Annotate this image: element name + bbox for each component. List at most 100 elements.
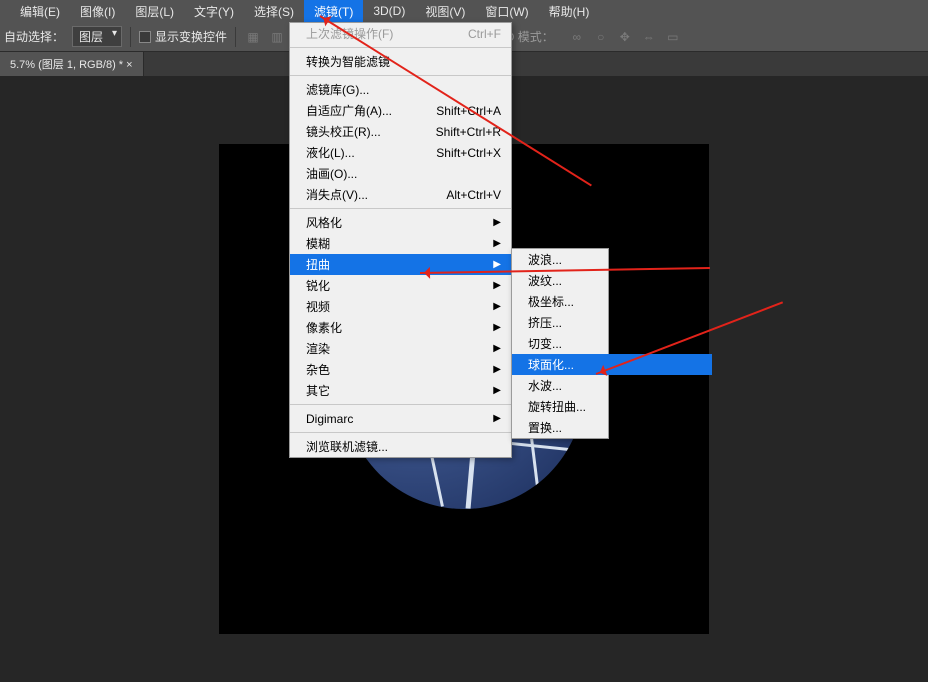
submenu-arrow-icon: ▶ (493, 217, 501, 228)
pan-icon[interactable]: ✥ (616, 28, 634, 46)
menu-label: 锐化 (306, 277, 330, 294)
menu-label: 消失点(V)... (306, 186, 368, 203)
menu-label: 模糊 (306, 235, 330, 252)
menu-view[interactable]: 视图(V) (415, 0, 475, 23)
menu-label: 波浪... (528, 251, 562, 268)
menu-convert-smart[interactable]: 转换为智能滤镜 (290, 51, 511, 72)
menu-select[interactable]: 选择(S) (244, 0, 304, 23)
submenu-arrow-icon: ▶ (493, 413, 501, 424)
menu-label: 液化(L)... (306, 144, 355, 161)
menu-sharpen[interactable]: 锐化 ▶ (290, 275, 511, 296)
menu-browse-online[interactable]: 浏览联机滤镜... (290, 436, 511, 457)
menu-label: 自适应广角(A)... (306, 102, 392, 119)
show-transform-controls[interactable]: 显示变换控件 (139, 28, 227, 45)
menu-label: 滤镜库(G)... (306, 81, 369, 98)
align-icon[interactable]: ▦ (244, 28, 262, 46)
menu-vanishing-point[interactable]: 消失点(V)... Alt+Ctrl+V (290, 184, 511, 205)
submenu-zigzag[interactable]: 水波... (512, 375, 712, 396)
roll-icon[interactable]: ○ (592, 28, 610, 46)
menu-stylize[interactable]: 风格化 ▶ (290, 212, 511, 233)
autoselect-dropdown[interactable]: 图层 (72, 26, 122, 47)
menu-help[interactable]: 帮助(H) (539, 0, 600, 23)
menu-adaptive-wide-angle[interactable]: 自适应广角(A)... Shift+Ctrl+A (290, 100, 511, 121)
divider (130, 27, 131, 47)
orbit-icon[interactable]: ∞ (568, 28, 586, 46)
menu-3d[interactable]: 3D(D) (363, 1, 415, 21)
menu-type[interactable]: 文字(Y) (184, 0, 244, 23)
menu-separator (290, 75, 511, 76)
menu-digimarc[interactable]: Digimarc ▶ (290, 408, 511, 429)
menu-separator (290, 47, 511, 48)
menu-label: 视频 (306, 298, 330, 315)
menu-noise[interactable]: 杂色 ▶ (290, 359, 511, 380)
menu-label: 置换... (528, 419, 562, 436)
menu-label: 其它 (306, 382, 330, 399)
menu-filter[interactable]: 滤镜(T) (304, 0, 363, 23)
menu-lens-correction[interactable]: 镜头校正(R)... Shift+Ctrl+R (290, 121, 511, 142)
menu-render[interactable]: 渲染 ▶ (290, 338, 511, 359)
menu-label: 波纹... (528, 272, 562, 289)
menu-last-filter[interactable]: 上次滤镜操作(F) Ctrl+F (290, 23, 511, 44)
submenu-arrow-icon: ▶ (493, 364, 501, 375)
menubar: 编辑(E) 图像(I) 图层(L) 文字(Y) 选择(S) 滤镜(T) 3D(D… (0, 0, 928, 22)
menu-separator (290, 432, 511, 433)
menu-label: 风格化 (306, 214, 342, 231)
menu-image[interactable]: 图像(I) (70, 0, 125, 23)
submenu-pinch[interactable]: 挤压... (512, 312, 712, 333)
submenu-displace[interactable]: 置换... (512, 417, 712, 438)
slide-icon[interactable]: ⇔ (640, 28, 658, 46)
menu-label: 浏览联机滤镜... (306, 438, 388, 455)
submenu-ripple[interactable]: 波纹... (512, 270, 712, 291)
menu-label: 像素化 (306, 319, 342, 336)
submenu-arrow-icon: ▶ (493, 301, 501, 312)
menu-window[interactable]: 窗口(W) (475, 0, 538, 23)
document-tab[interactable]: 5.7% (图层 1, RGB/8) * × (0, 52, 144, 76)
menu-label: 切变... (528, 335, 562, 352)
submenu-twirl[interactable]: 旋转扭曲... (512, 396, 712, 417)
menu-label: Digimarc (306, 412, 353, 426)
menu-edit[interactable]: 编辑(E) (10, 0, 70, 23)
menu-video[interactable]: 视频 ▶ (290, 296, 511, 317)
3d-mode-icons: ∞ ○ ✥ ⇔ ▭ (568, 28, 682, 46)
menu-label: 油画(O)... (306, 165, 357, 182)
submenu-shear[interactable]: 切变... (512, 333, 712, 354)
shortcut-text: Shift+Ctrl+X (416, 146, 501, 160)
menu-label: 水波... (528, 377, 562, 394)
menu-filter-gallery[interactable]: 滤镜库(G)... (290, 79, 511, 100)
shortcut-text: Alt+Ctrl+V (426, 188, 501, 202)
menu-label: 杂色 (306, 361, 330, 378)
menu-label: 极坐标... (528, 293, 574, 310)
menu-label: 挤压... (528, 314, 562, 331)
submenu-arrow-icon: ▶ (493, 385, 501, 396)
shortcut-text: Ctrl+F (448, 27, 501, 41)
distort-submenu: 波浪... 波纹... 极坐标... 挤压... 切变... 球面化... 水波… (511, 248, 609, 439)
checkbox-icon (139, 31, 151, 43)
submenu-arrow-icon: ▶ (493, 280, 501, 291)
menu-label: 渲染 (306, 340, 330, 357)
shortcut-text: Shift+Ctrl+R (416, 125, 501, 139)
menu-label: 旋转扭曲... (528, 398, 586, 415)
menu-label: 球面化... (528, 356, 574, 373)
align-icon[interactable]: ▥ (268, 28, 286, 46)
menu-separator (290, 404, 511, 405)
menu-label: 镜头校正(R)... (306, 123, 381, 140)
menu-blur[interactable]: 模糊 ▶ (290, 233, 511, 254)
zoom-icon[interactable]: ▭ (664, 28, 682, 46)
menu-label: 转换为智能滤镜 (306, 53, 390, 70)
shortcut-text: Shift+Ctrl+A (416, 104, 501, 118)
transform-controls-label: 显示变换控件 (155, 28, 227, 45)
submenu-arrow-icon: ▶ (493, 343, 501, 354)
menu-oil-paint[interactable]: 油画(O)... (290, 163, 511, 184)
submenu-polar[interactable]: 极坐标... (512, 291, 712, 312)
submenu-arrow-icon: ▶ (493, 238, 501, 249)
submenu-arrow-icon: ▶ (493, 259, 501, 270)
menu-other[interactable]: 其它 ▶ (290, 380, 511, 401)
autoselect-label: 自动选择： (4, 28, 64, 45)
submenu-spherize[interactable]: 球面化... (512, 354, 712, 375)
menu-liquify[interactable]: 液化(L)... Shift+Ctrl+X (290, 142, 511, 163)
filter-dropdown: 上次滤镜操作(F) Ctrl+F 转换为智能滤镜 滤镜库(G)... 自适应广角… (289, 22, 512, 458)
divider (235, 27, 236, 47)
menu-pixelate[interactable]: 像素化 ▶ (290, 317, 511, 338)
menu-layer[interactable]: 图层(L) (125, 0, 184, 23)
submenu-arrow-icon: ▶ (493, 322, 501, 333)
